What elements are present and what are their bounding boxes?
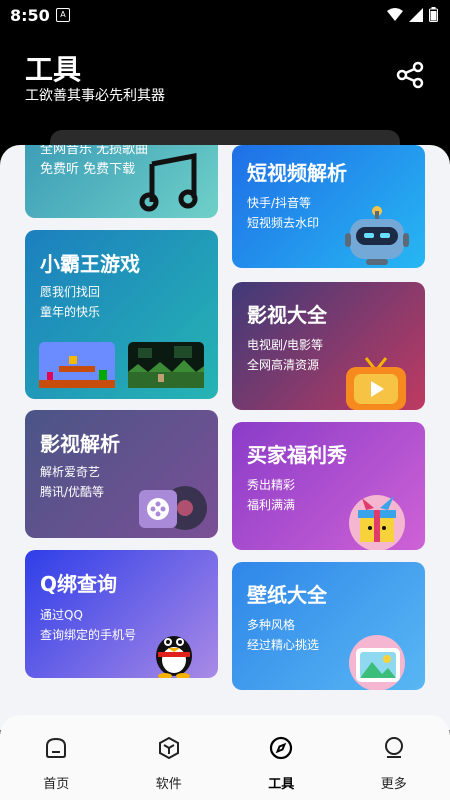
more-icon xyxy=(384,737,403,758)
nav-label-software: 软件 xyxy=(155,777,182,792)
card-music[interactable]: 全网音乐 无损歌曲 免费听 免费下载 xyxy=(25,145,218,218)
card-video-parse-title: 影视解析 xyxy=(40,432,120,456)
home-icon xyxy=(46,737,67,758)
card-welfare-line1: 秀出精彩 xyxy=(247,478,296,492)
signal-icon xyxy=(409,7,423,22)
card-movies-line2: 全网高清资源 xyxy=(247,358,320,372)
card-music-line1: 全网音乐 无损歌曲 xyxy=(40,145,149,157)
video-disc-icon xyxy=(139,486,207,530)
card-movies[interactable]: 影视大全 电视剧/电影等 全网高清资源 xyxy=(232,282,425,410)
game-screenshot-left xyxy=(39,342,115,388)
battery-icon xyxy=(429,7,438,22)
qq-penguin-icon xyxy=(156,636,192,678)
card-game[interactable]: 小霸王游戏 愿我们找回 童年的快乐 xyxy=(25,230,218,399)
card-game-title: 小霸王游戏 xyxy=(40,252,140,276)
nav-item-software[interactable]: 软件 xyxy=(113,715,226,800)
card-game-line1: 愿我们找回 xyxy=(40,285,101,299)
picture-icon xyxy=(349,635,405,690)
page-subtitle: 工欲善其事必先利其器 xyxy=(25,88,165,104)
card-video-parse-line1: 解析爱奇艺 xyxy=(40,465,101,479)
nav-label-home: 首页 xyxy=(43,777,70,792)
card-welfare-title: 买家福利秀 xyxy=(247,443,347,467)
card-video-parse[interactable]: 影视解析 解析爱奇艺 腾讯/优酷等 xyxy=(25,410,218,538)
card-wallpaper[interactable]: 壁纸大全 多种风格 经过精心挑选 xyxy=(232,562,425,690)
wifi-icon xyxy=(387,7,403,21)
nav-item-tools[interactable]: 工具 xyxy=(225,715,338,800)
card-wallpaper-line2: 经过精心挑选 xyxy=(247,638,320,652)
share-icon[interactable] xyxy=(395,60,425,90)
robot-icon xyxy=(345,206,409,265)
nav-item-more[interactable]: 更多 xyxy=(338,715,450,800)
card-short-video-line1: 快手/抖音等 xyxy=(247,196,312,210)
card-movies-title: 影视大全 xyxy=(247,303,327,327)
tv-play-icon xyxy=(346,357,406,410)
status-time: 8:50 xyxy=(10,6,50,25)
card-movies-line1: 电视剧/电影等 xyxy=(247,338,324,352)
music-note-icon xyxy=(139,152,198,212)
card-qq-title: Q绑查询 xyxy=(40,572,118,596)
box-icon xyxy=(158,736,179,760)
card-wallpaper-line1: 多种风格 xyxy=(247,618,296,632)
card-welfare-line2: 福利满满 xyxy=(247,498,296,512)
tools-panel: 全网音乐 无损歌曲 免费听 免费下载 小霸王游戏 愿我们找回 童年的快乐 影视解… xyxy=(0,145,450,730)
card-short-video-title: 短视频解析 xyxy=(247,161,347,185)
status-icons xyxy=(387,7,438,22)
page-title: 工具 xyxy=(25,53,82,86)
card-game-line2: 童年的快乐 xyxy=(40,305,101,319)
card-qq[interactable]: Q绑查询 通过QQ 查询绑定的手机号 xyxy=(25,550,218,678)
nav-label-tools: 工具 xyxy=(268,777,295,792)
card-video-parse-line2: 腾讯/优酷等 xyxy=(40,485,105,499)
nav-item-home[interactable]: 首页 xyxy=(0,715,113,800)
card-qq-line2: 查询绑定的手机号 xyxy=(40,628,137,642)
card-welfare[interactable]: 买家福利秀 秀出精彩 福利满满 xyxy=(232,422,425,550)
compass-icon xyxy=(270,736,293,760)
card-short-video-line2: 短视频去水印 xyxy=(247,216,320,230)
gift-box-icon xyxy=(349,495,405,550)
notification-icon: A xyxy=(56,8,70,22)
status-bar: 8:50 A xyxy=(0,0,450,30)
card-qq-line1: 通过QQ xyxy=(40,608,83,622)
card-short-video[interactable]: 短视频解析 快手/抖音等 短视频去水印 xyxy=(232,145,425,268)
bottom-nav: 首页 软件 工具 更多 xyxy=(0,715,450,800)
nav-label-more: 更多 xyxy=(380,777,407,792)
card-wallpaper-title: 壁纸大全 xyxy=(247,583,327,607)
card-music-line2: 免费听 免费下载 xyxy=(40,162,136,177)
game-screenshot-right xyxy=(128,342,204,388)
